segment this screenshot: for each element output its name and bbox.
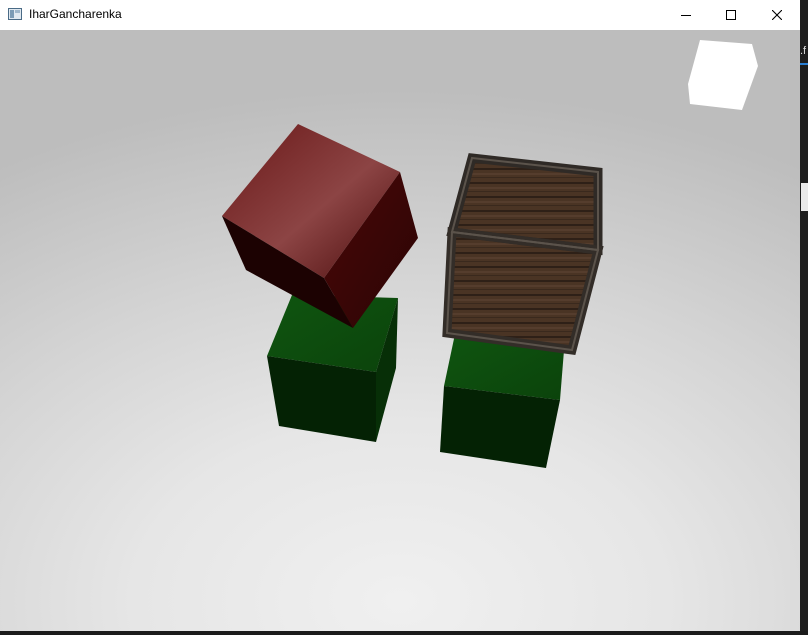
red-cube	[222, 124, 418, 328]
app-window: IharGancharenka	[0, 0, 800, 631]
light-cube	[688, 40, 758, 110]
wooden-crate	[442, 153, 604, 355]
close-button[interactable]	[754, 0, 800, 30]
render-viewport[interactable]	[0, 30, 800, 631]
title-bar[interactable]: IharGancharenka	[0, 0, 800, 30]
background-text: .f	[800, 45, 807, 57]
green-cube-left	[267, 295, 398, 442]
scene-canvas	[222, 40, 758, 468]
minimize-icon	[681, 15, 691, 16]
background-window-edge	[800, 0, 808, 635]
maximize-icon	[726, 10, 736, 20]
maximize-button[interactable]	[708, 0, 754, 30]
background-accent-line	[800, 63, 808, 65]
green-cube-right	[440, 334, 565, 468]
background-scrollbar	[801, 183, 808, 211]
minimize-button[interactable]	[663, 0, 709, 30]
window-title: IharGancharenka	[29, 7, 122, 21]
app-icon	[8, 8, 22, 20]
desktop-bottom-edge	[0, 631, 808, 635]
close-icon	[772, 10, 782, 20]
